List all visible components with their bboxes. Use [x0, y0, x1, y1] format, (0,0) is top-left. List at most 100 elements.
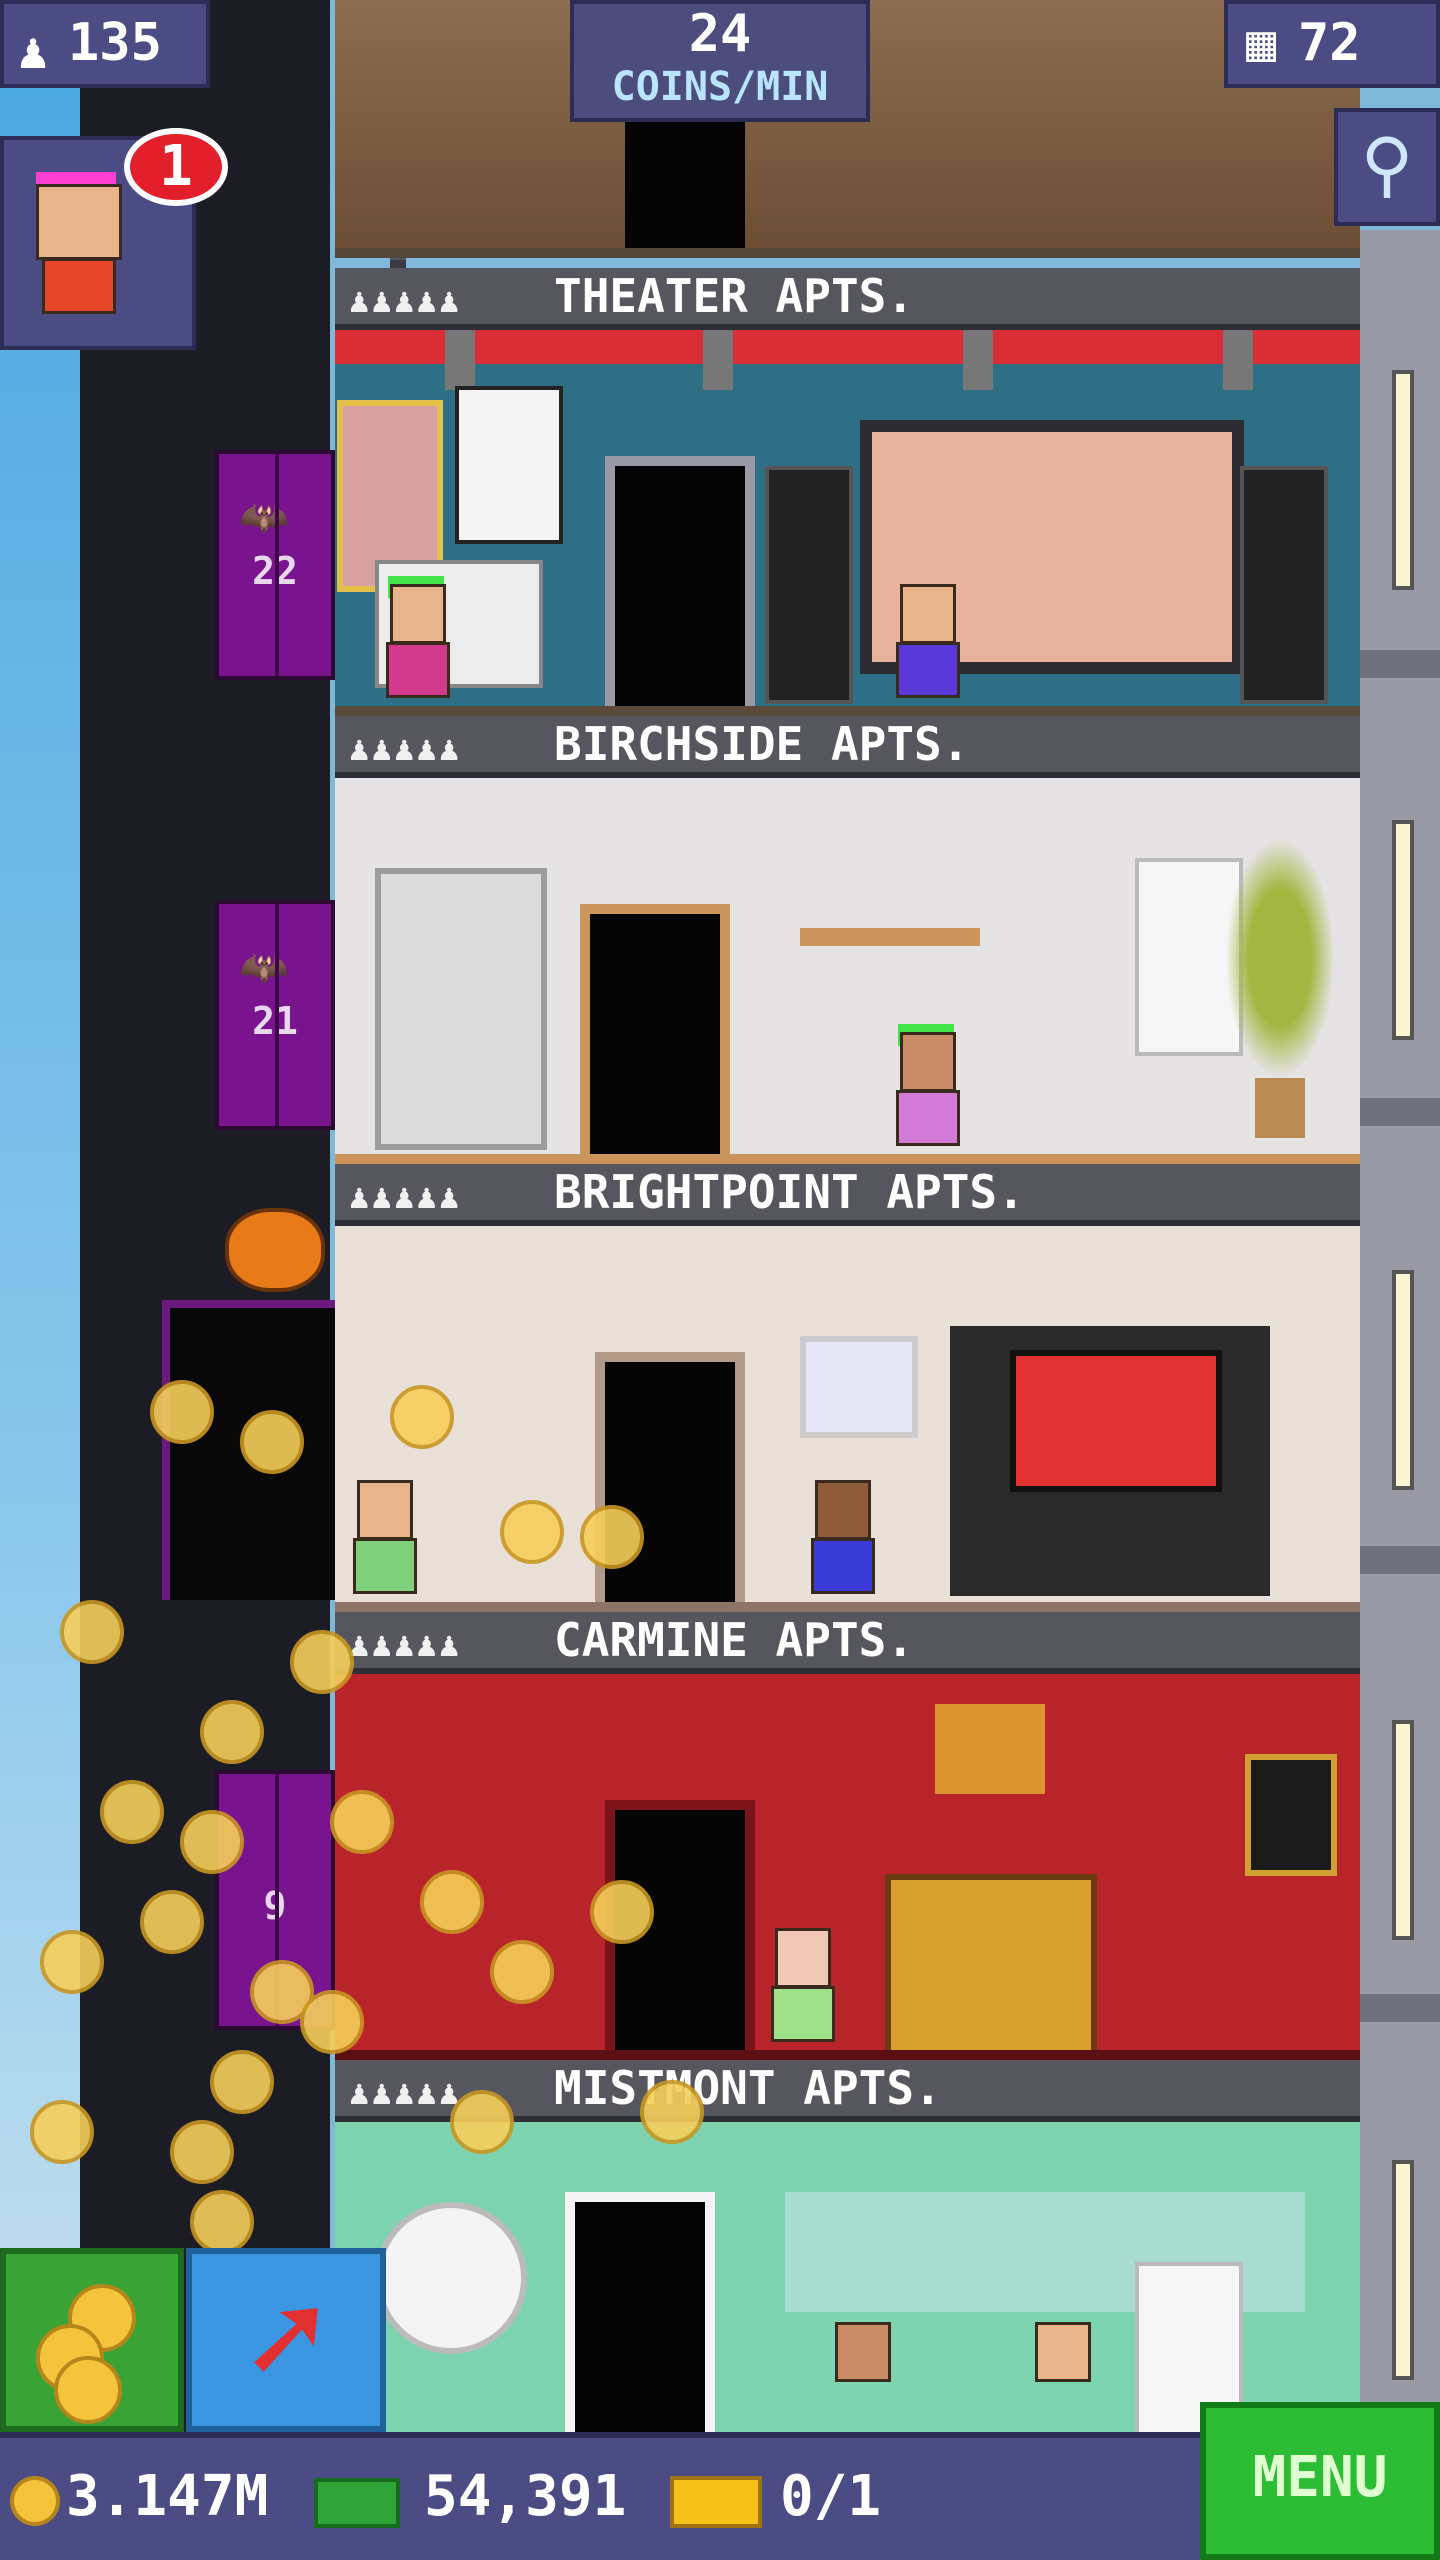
avatar: [36, 172, 122, 322]
window: [1392, 2160, 1414, 2380]
room: [335, 1226, 1360, 1612]
resident[interactable]: [1025, 2322, 1095, 2432]
window: [1392, 370, 1414, 590]
sky: [0, 0, 80, 2560]
speaker: [1240, 466, 1328, 704]
bookshelf: [375, 868, 547, 1150]
painting: [1245, 1754, 1337, 1876]
flying-coin-icon[interactable]: [590, 1880, 654, 1944]
flying-coin-icon[interactable]: [40, 1930, 104, 1994]
menu-button[interactable]: MENU: [1200, 2402, 1440, 2560]
bux-value[interactable]: 54,391: [424, 2464, 626, 2530]
flying-coin-icon[interactable]: [200, 1700, 264, 1764]
flying-coin-icon[interactable]: [240, 1410, 304, 1474]
population-value: 135: [68, 13, 162, 73]
flying-coin-icon[interactable]: [30, 2100, 94, 2164]
elevator-door-22[interactable]: 🦇 22: [215, 450, 335, 680]
spotlight-icon: [445, 330, 475, 390]
window: [1392, 1270, 1414, 1490]
flying-coin-icon[interactable]: [60, 1600, 124, 1664]
residents-icon: ♟♟♟♟♟: [349, 2073, 462, 2113]
floor-name: CARMINE APTS.: [554, 1613, 915, 1667]
room-door: [605, 456, 755, 716]
floor-name: MISTMONT APTS.: [554, 2061, 942, 2115]
floor-theater[interactable]: ♟♟♟♟♟ THEATER APTS.: [335, 268, 1360, 716]
spotlight-icon: [963, 330, 993, 390]
building-icon: ▦: [1246, 14, 1277, 72]
pumpkin-icon: [225, 1208, 325, 1292]
floor-counter[interactable]: ▦ 72: [1224, 0, 1440, 88]
entertainment-center: [950, 1326, 1270, 1596]
spotlight-icon: [703, 330, 733, 390]
floor-birchside[interactable]: ♟♟♟♟♟ BIRCHSIDE APTS.: [335, 716, 1360, 1164]
residents-icon: ♟♟♟♟♟: [349, 729, 462, 769]
floor-name: BIRCHSIDE APTS.: [554, 717, 970, 771]
resident[interactable]: [890, 584, 960, 704]
arrow-up-right-icon: ➚: [246, 2263, 326, 2415]
floor-brightpoint[interactable]: ♟♟♟♟♟ BRIGHTPOINT APTS.: [335, 1164, 1360, 1612]
resident[interactable]: [347, 1480, 417, 1600]
flying-coin-icon[interactable]: [100, 1780, 164, 1844]
flying-coin-icon[interactable]: [150, 1380, 214, 1444]
resident[interactable]: [765, 1928, 835, 2048]
tickets-value[interactable]: 0/1: [780, 2464, 881, 2530]
room-door: [565, 2192, 715, 2432]
residents-icon: ♟♟♟♟♟: [349, 1177, 462, 1217]
flying-coin-icon[interactable]: [170, 2120, 234, 2184]
bux-icon: [314, 2478, 400, 2528]
bat-decoration-icon: 🦇: [239, 945, 289, 991]
room-door: [625, 120, 745, 248]
residents-icon: ♟♟♟♟♟: [349, 1625, 462, 1665]
bed: [885, 1874, 1097, 2056]
flying-coin-icon[interactable]: [640, 2080, 704, 2144]
elevator-floor-number: 22: [252, 549, 298, 593]
flying-coin-icon[interactable]: [290, 1630, 354, 1694]
room: [335, 1674, 1360, 2060]
floor-label: ♟♟♟♟♟ CARMINE APTS.: [335, 1612, 1360, 1674]
window: [1392, 1720, 1414, 1940]
painting: [800, 1336, 918, 1438]
notification-badge: 1: [124, 128, 228, 206]
elevator-shaft[interactable]: 🦇 22 🦇 21 9: [80, 0, 406, 2450]
flying-coin-icon[interactable]: [140, 1890, 204, 1954]
resident[interactable]: [380, 576, 450, 704]
room: [335, 2122, 1360, 2432]
resident[interactable]: [825, 2322, 895, 2432]
resident[interactable]: [805, 1480, 875, 1600]
zoom-button[interactable]: ⚲: [1334, 108, 1440, 226]
poster: [455, 386, 563, 544]
flying-coin-icon[interactable]: [450, 2090, 514, 2154]
flying-coin-icon[interactable]: [210, 2050, 274, 2114]
flying-coin-icon[interactable]: [580, 1505, 644, 1569]
elevator-up-button[interactable]: ➚: [186, 2248, 386, 2432]
magnifier-icon: ⚲: [1360, 122, 1414, 206]
ticket-icon: [670, 2476, 762, 2528]
potted-plant-icon: [1225, 838, 1335, 1138]
collect-coins-button[interactable]: [0, 2248, 184, 2432]
flying-coin-icon[interactable]: [330, 1790, 394, 1854]
speaker: [765, 466, 853, 704]
chandelier-icon: [935, 1704, 1045, 1794]
resident[interactable]: [890, 1024, 960, 1152]
coins-per-min-label: COINS/MIN: [611, 64, 829, 110]
residents-icon: ♟♟♟♟♟: [349, 281, 462, 321]
floor-carmine[interactable]: ♟♟♟♟♟ CARMINE APTS.: [335, 1612, 1360, 2060]
elevator-floor-number: 9: [263, 1884, 287, 1928]
flying-coin-icon[interactable]: [390, 1385, 454, 1449]
coins-per-min-display: 24 COINS/MIN: [570, 0, 870, 122]
flying-coin-icon[interactable]: [180, 1810, 244, 1874]
bat-decoration-icon: 🦇: [239, 495, 289, 541]
flying-coin-icon[interactable]: [300, 1990, 364, 2054]
population-counter[interactable]: ♟ 135: [0, 0, 210, 88]
elevator-floor-number: 21: [252, 999, 298, 1043]
flying-coin-icon[interactable]: [190, 2190, 254, 2254]
floor-label: ♟♟♟♟♟ BIRCHSIDE APTS.: [335, 716, 1360, 778]
elevator-door-21[interactable]: 🦇 21: [215, 900, 335, 1130]
flying-coin-icon[interactable]: [500, 1500, 564, 1564]
spotlight-icon: [1223, 330, 1253, 390]
floor-name: BRIGHTPOINT APTS.: [554, 1165, 1025, 1219]
flying-coin-icon[interactable]: [490, 1940, 554, 2004]
flying-coin-icon[interactable]: [420, 1870, 484, 1934]
window: [1392, 820, 1414, 1040]
coins-value[interactable]: 3.147M: [66, 2464, 268, 2530]
